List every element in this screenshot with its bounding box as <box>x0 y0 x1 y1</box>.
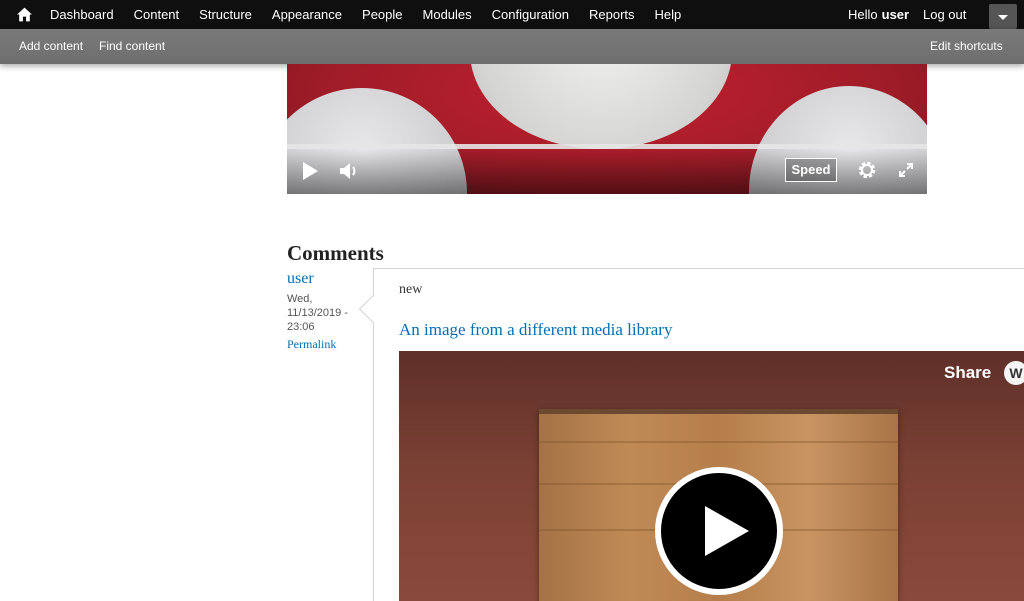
menu-item-content[interactable]: Content <box>134 7 180 22</box>
embedded-video[interactable]: Share W <box>399 351 1024 601</box>
comment-date: Wed, 11/13/2019 - 23:06 <box>287 293 348 333</box>
comment-author-link[interactable]: user <box>287 270 367 288</box>
find-content-link[interactable]: Find content <box>99 29 165 63</box>
admin-toolbar: Dashboard Content Structure Appearance P… <box>0 0 1024 29</box>
comment-permalink[interactable]: Permalink <box>287 337 367 352</box>
greeting-text: Hello <box>848 7 878 22</box>
user-greeting: Hello user <box>848 0 909 29</box>
video-controls: Speed <box>287 149 927 194</box>
comments-heading: Comments <box>287 241 384 265</box>
menu-item-configuration[interactable]: Configuration <box>492 7 569 22</box>
logout-link[interactable]: Log out <box>923 0 966 29</box>
menu-item-dashboard[interactable]: Dashboard <box>50 7 114 22</box>
menu-item-appearance[interactable]: Appearance <box>272 7 342 22</box>
username-link[interactable]: user <box>882 7 909 22</box>
play-icon[interactable] <box>655 467 783 595</box>
share-button[interactable]: Share <box>944 363 991 383</box>
volume-icon[interactable] <box>339 161 361 181</box>
menu-item-reports[interactable]: Reports <box>589 7 635 22</box>
chevron-down-icon[interactable] <box>989 4 1017 29</box>
menu-item-structure[interactable]: Structure <box>199 7 252 22</box>
speed-button[interactable]: Speed <box>785 158 837 182</box>
home-icon[interactable] <box>16 6 33 23</box>
play-icon[interactable] <box>301 161 319 181</box>
gear-icon[interactable] <box>857 160 877 180</box>
comment-meta: user Wed, 11/13/2019 - 23:06 Permalink <box>287 270 367 352</box>
video-player[interactable]: Speed <box>287 64 927 194</box>
menu-item-help[interactable]: Help <box>655 7 682 22</box>
edit-shortcuts-link[interactable]: Edit shortcuts <box>930 29 1003 63</box>
fullscreen-icon[interactable] <box>899 163 913 177</box>
shortcuts-bar: Add content Find content Edit shortcuts <box>0 29 1024 64</box>
menu-item-modules[interactable]: Modules <box>423 7 472 22</box>
new-marker: new <box>399 282 423 297</box>
video-frame-plate <box>470 64 732 149</box>
admin-menu: Dashboard Content Structure Appearance P… <box>50 0 701 29</box>
channel-logo[interactable]: W <box>1004 361 1024 385</box>
menu-item-people[interactable]: People <box>362 7 402 22</box>
add-content-link[interactable]: Add content <box>19 29 83 63</box>
comment-title-link[interactable]: An image from a different media library <box>399 320 672 340</box>
